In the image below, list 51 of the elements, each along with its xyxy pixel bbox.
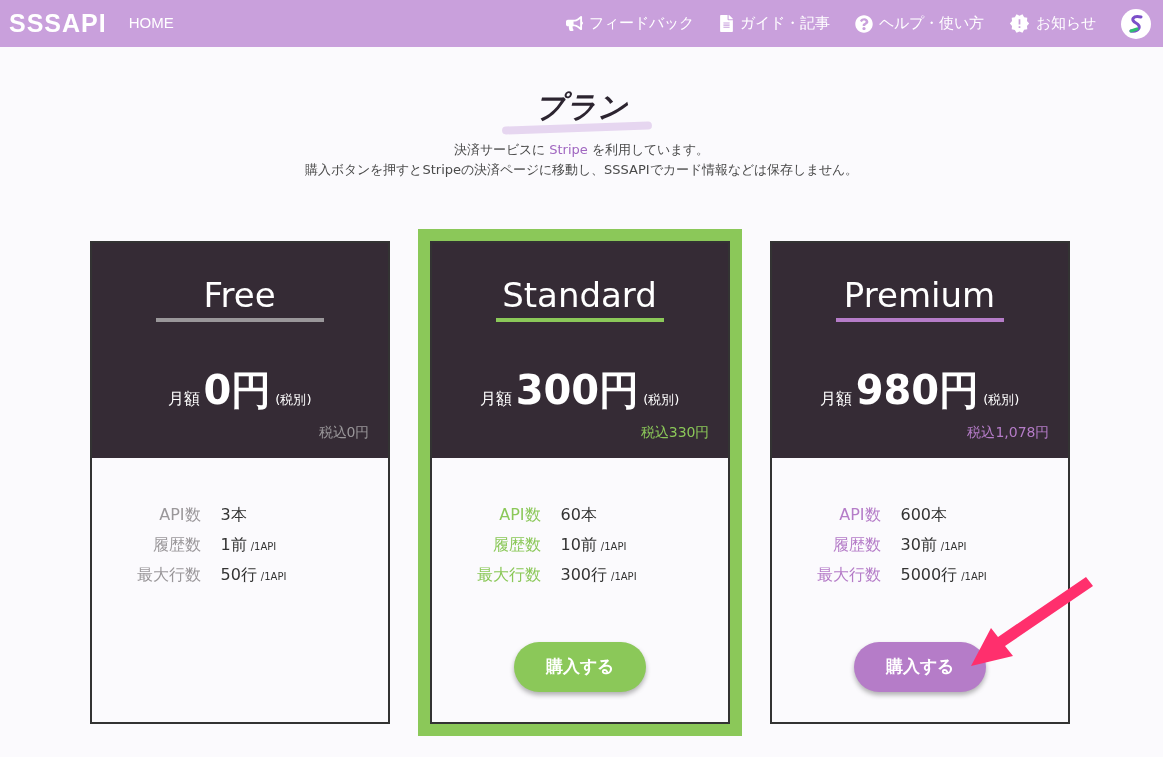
feature-value: 30前 /1API xyxy=(900,534,968,556)
plan-price: 980円 xyxy=(855,366,980,415)
tax-included-price: 税込330円 xyxy=(640,423,710,442)
document-icon xyxy=(719,15,734,32)
nav-link[interactable]: フィードバック xyxy=(566,12,694,35)
feature-value: 600本 xyxy=(900,504,949,526)
purchase-button[interactable]: 購入する xyxy=(853,642,986,692)
nav-link[interactable]: ヘルプ・使い方 xyxy=(855,12,984,35)
alert-badge-icon xyxy=(1009,13,1030,34)
page-title: プラン xyxy=(535,91,628,123)
feature-label: 最大行数 xyxy=(135,564,202,586)
home-link[interactable]: HOME xyxy=(128,12,174,35)
feature-value: 300行 /1API xyxy=(560,564,638,586)
stripe-link[interactable]: Stripe xyxy=(549,142,588,157)
nav-link[interactable]: お知らせ xyxy=(1009,12,1096,35)
feature-label: API数 xyxy=(838,504,882,526)
feature-value: 1前 /1API xyxy=(220,534,278,556)
feature-label: API数 xyxy=(498,504,542,526)
tax-note: (税別) xyxy=(983,391,1020,409)
nav-link[interactable]: ガイド・記事 xyxy=(719,12,830,35)
tax-note: (税別) xyxy=(275,391,312,409)
feature-value: 3本 xyxy=(220,504,248,526)
tax-included-price: 税込1,078円 xyxy=(967,423,1050,442)
monthly-label: 月額 xyxy=(819,388,852,410)
site-logo[interactable]: SSSAPI xyxy=(9,4,107,43)
tax-note: (税別) xyxy=(643,391,680,409)
plan-name: Premium xyxy=(843,274,996,317)
feature-label: 最大行数 xyxy=(475,564,542,586)
monthly-label: 月額 xyxy=(167,388,200,410)
feature-value: 10前 /1API xyxy=(560,534,628,556)
intro-text: 決済サービスに Stripe を利用しています。 xyxy=(453,141,710,159)
megaphone-icon xyxy=(566,15,583,32)
user-avatar[interactable] xyxy=(1121,8,1151,39)
plan-name: Standard xyxy=(502,274,657,317)
plan-price: 0円 xyxy=(203,366,272,415)
feature-label: 履歴数 xyxy=(831,534,882,556)
feature-label: API数 xyxy=(158,504,202,526)
plan-price: 300円 xyxy=(515,366,640,415)
help-icon xyxy=(855,14,873,33)
feature-label: 最大行数 xyxy=(815,564,882,586)
plan-name: Free xyxy=(203,274,276,317)
logo-icon xyxy=(1127,13,1145,34)
monthly-label: 月額 xyxy=(479,388,512,410)
feature-value: 60本 xyxy=(560,504,598,526)
purchase-button[interactable]: 購入する xyxy=(513,642,646,692)
feature-label: 履歴数 xyxy=(491,534,542,556)
intro-text: 購入ボタンを押すとStripeの決済ページに移動し、SSSAPIでカード情報などは保存しません。 xyxy=(305,161,858,179)
tax-included-price: 税込0円 xyxy=(318,423,370,442)
feature-value: 5000行 /1API xyxy=(900,564,988,586)
feature-value: 50行 /1API xyxy=(220,564,288,586)
feature-label: 履歴数 xyxy=(151,534,202,556)
